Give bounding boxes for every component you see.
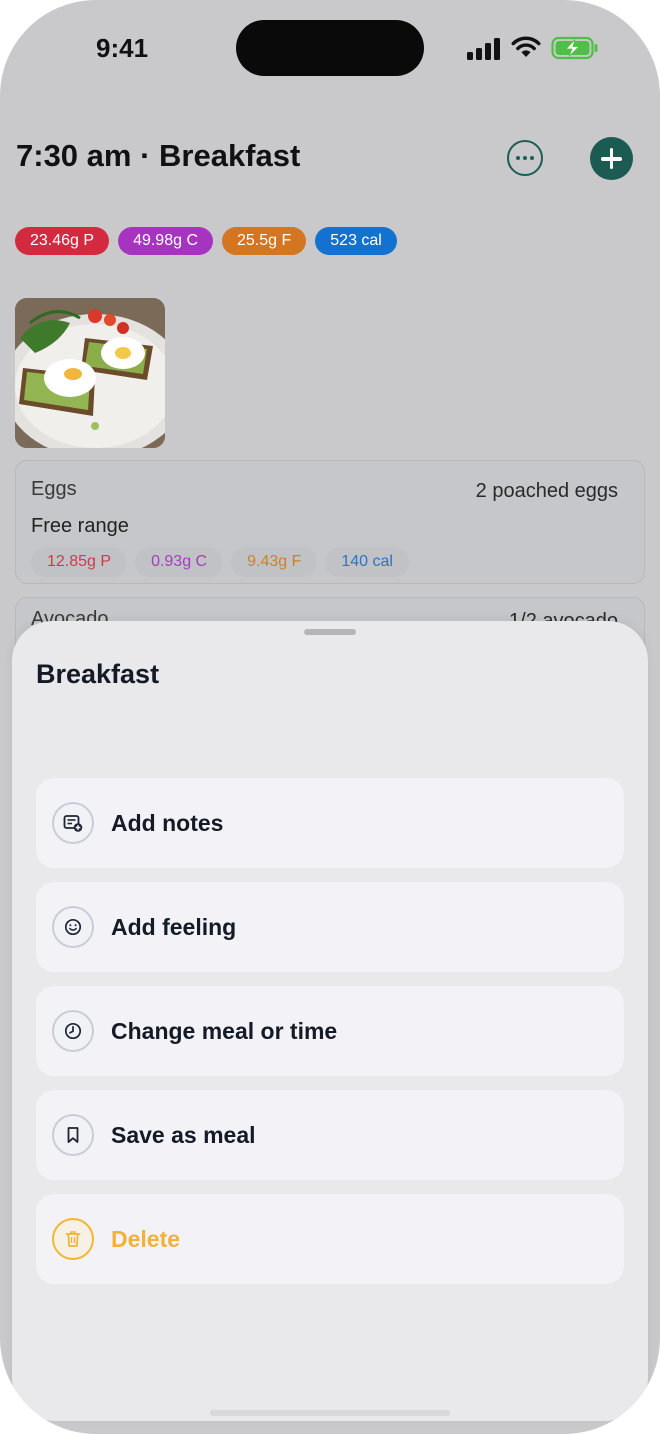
- macro-pill-calories: 523 cal: [315, 227, 397, 255]
- macro-pill-carbs: 49.98g C: [118, 227, 213, 255]
- add-feeling-label: Add feeling: [111, 914, 237, 940]
- dynamic-island: [236, 20, 424, 76]
- macro-pill-fat: 9.43g F: [231, 547, 318, 577]
- macro-pill-calories: 140 cal: [325, 547, 409, 577]
- clock-icon: [52, 1010, 94, 1052]
- page-title: 7:30 am · Breakfast: [16, 138, 301, 173]
- macro-summary: 23.46g P 49.98g C 25.5g F 523 cal: [15, 227, 397, 255]
- delete-button[interactable]: Delete: [36, 1194, 624, 1284]
- food-description: Free range: [31, 515, 129, 537]
- signal-icon: [467, 38, 500, 60]
- wifi-icon: [511, 36, 541, 57]
- delete-label: Delete: [111, 1226, 181, 1252]
- sheet-title: Breakfast: [36, 659, 160, 689]
- status-bar: 9:41: [0, 0, 660, 96]
- macro-pill-carbs: 0.93g C: [135, 547, 224, 577]
- save-as-meal-label: Save as meal: [111, 1122, 256, 1148]
- food-name: Eggs: [31, 478, 77, 500]
- add-notes-button[interactable]: Add notes: [36, 778, 624, 868]
- home-indicator: [210, 1410, 450, 1416]
- change-meal-or-time-button[interactable]: Change meal or time: [36, 986, 624, 1076]
- change-meal-or-time-label: Change meal or time: [111, 1018, 338, 1044]
- add-feeling-button[interactable]: Add feeling: [36, 882, 624, 972]
- food-item-eggs[interactable]: Eggs 2 poached eggs Free range 12.85g P …: [15, 460, 645, 584]
- smiley-icon: [52, 906, 94, 948]
- macro-pill-fat: 25.5g F: [222, 227, 307, 255]
- food-macros: 12.85g P 0.93g C 9.43g F 140 cal: [31, 547, 409, 577]
- food-portion: 2 poached eggs: [475, 480, 618, 502]
- trash-icon: [52, 1218, 94, 1260]
- add-food-button[interactable]: [590, 137, 633, 180]
- status-time: 9:41: [96, 33, 149, 63]
- sheet-grabber[interactable]: [304, 629, 356, 635]
- battery-charging-icon: [551, 36, 598, 60]
- action-sheet: Breakfast Add notes Add feeling Change m…: [12, 621, 648, 1421]
- meal-photo[interactable]: [15, 298, 165, 448]
- macro-pill-protein: 23.46g P: [15, 227, 110, 255]
- meal-photo-image: [15, 298, 165, 448]
- notes-add-icon: [52, 802, 94, 844]
- bookmark-icon: [52, 1114, 94, 1156]
- macro-pill-protein: 12.85g P: [31, 547, 128, 577]
- more-options-button[interactable]: [507, 140, 543, 176]
- save-as-meal-button[interactable]: Save as meal: [36, 1090, 624, 1180]
- add-notes-label: Add notes: [111, 810, 224, 836]
- phone-screen: 9:41 7:30 am · Breakfast 23.46g P 49.98g…: [0, 0, 660, 1434]
